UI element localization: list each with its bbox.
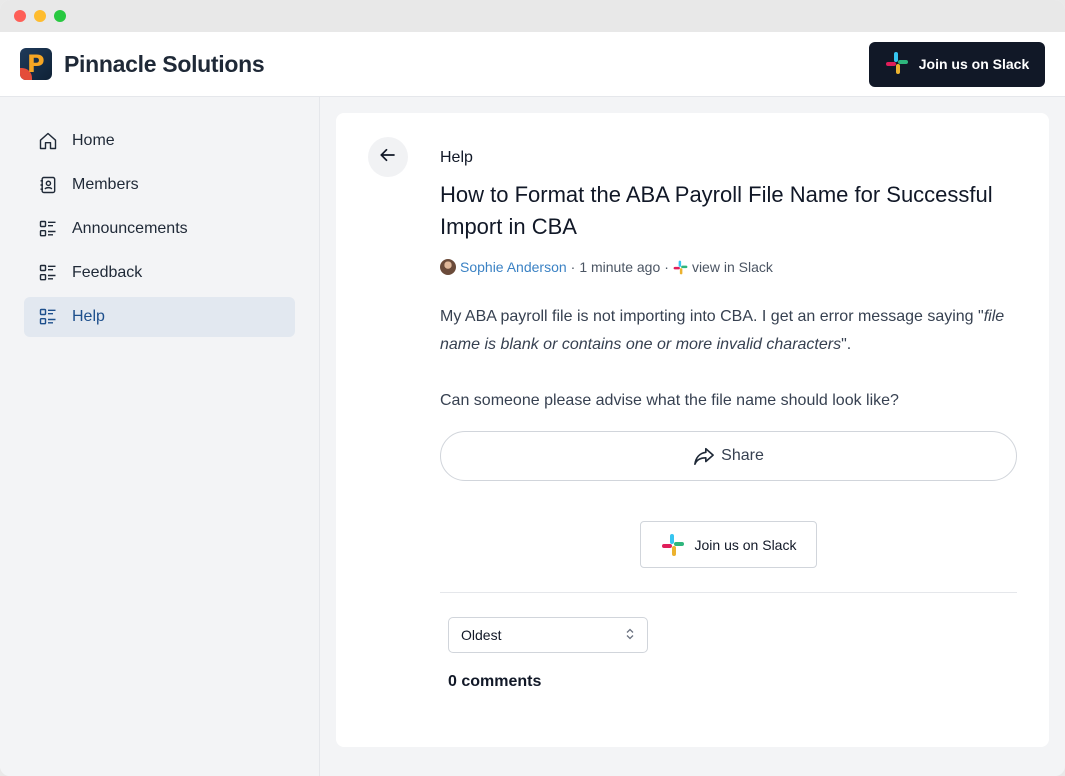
brand-logo[interactable]: P (20, 48, 52, 80)
post-meta: Sophie Anderson · 1 minute ago · view in… (440, 259, 1017, 275)
avatar (440, 259, 456, 275)
comment-sort-select[interactable]: Oldest (448, 617, 648, 653)
post-paragraph: Can someone please advise what the file … (440, 392, 899, 409)
home-icon (37, 130, 59, 152)
post-body: My ABA payroll file is not importing int… (440, 303, 1017, 415)
sort-selected-value: Oldest (461, 627, 502, 643)
post-panel: Help How to Format the ABA Payroll File … (336, 113, 1049, 747)
post-category[interactable]: Help (440, 149, 1017, 167)
join-slack-label: Join us on Slack (694, 536, 797, 553)
contacts-icon (37, 174, 59, 196)
sidebar-item-label: Home (72, 132, 115, 149)
join-slack-header-button[interactable]: Join us on Slack (869, 41, 1045, 87)
sidebar-item-feedback[interactable]: Feedback (24, 253, 295, 293)
brand-name[interactable]: Pinnacle Solutions (64, 51, 265, 78)
slack-icon (661, 533, 685, 557)
slack-icon (885, 51, 909, 78)
slack-icon (673, 260, 688, 275)
meta-separator: · (664, 259, 669, 275)
join-slack-button[interactable]: Join us on Slack (640, 521, 817, 568)
post-time: 1 minute ago (579, 259, 661, 275)
join-slack-label: Join us on Slack (918, 56, 1030, 72)
list-icon (37, 262, 59, 284)
top-header: P Pinnacle Solutions Join us on Slack (0, 32, 1065, 97)
post-paragraph: My ABA payroll file is not importing int… (440, 308, 1005, 353)
list-icon (37, 306, 59, 328)
sidebar-item-label: Feedback (72, 264, 143, 281)
sidebar-item-announcements[interactable]: Announcements (24, 209, 295, 249)
post-content: Help How to Format the ABA Payroll File … (440, 149, 1017, 691)
divider (440, 592, 1017, 593)
sidebar-item-home[interactable]: Home (24, 121, 295, 161)
sidebar-item-label: Announcements (72, 220, 188, 237)
close-window-button[interactable] (14, 10, 26, 22)
meta-separator: · (570, 259, 576, 275)
view-in-slack-link[interactable]: view in Slack (692, 259, 773, 275)
app-window: P Pinnacle Solutions Join us on Slack Ho… (0, 0, 1065, 776)
sidebar-item-label: Help (72, 308, 105, 325)
sidebar-nav: Home Members Announcements Feedback Help (0, 97, 320, 776)
sidebar-item-members[interactable]: Members (24, 165, 295, 205)
author-link[interactable]: Sophie Anderson (460, 259, 567, 275)
arrow-left-icon (379, 146, 397, 169)
back-button[interactable] (368, 137, 408, 177)
share-button[interactable]: Share (440, 431, 1017, 481)
maximize-window-button[interactable] (54, 10, 66, 22)
list-icon (37, 218, 59, 240)
sidebar-item-help[interactable]: Help (24, 297, 295, 337)
minimize-window-button[interactable] (34, 10, 46, 22)
share-icon (693, 446, 715, 466)
comment-count: 0 comments (448, 673, 542, 690)
window-titlebar (0, 0, 1065, 32)
chevron-updown-icon (625, 627, 635, 643)
post-title: How to Format the ABA Payroll File Name … (440, 182, 993, 239)
share-label: Share (721, 447, 764, 464)
slack-cta: Join us on Slack (440, 521, 1017, 568)
sidebar-item-label: Members (72, 176, 139, 193)
